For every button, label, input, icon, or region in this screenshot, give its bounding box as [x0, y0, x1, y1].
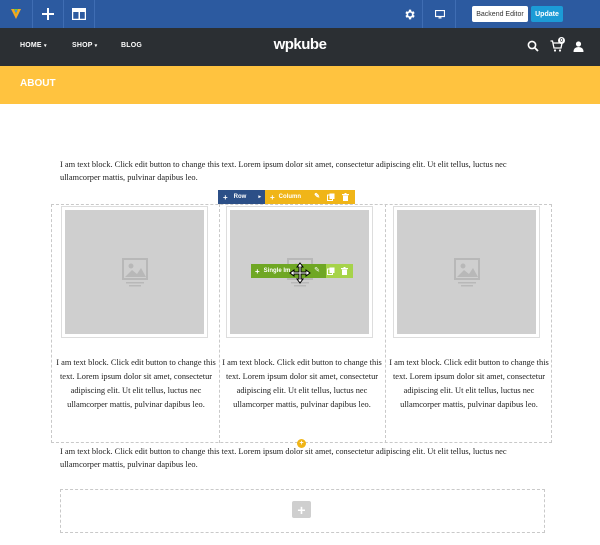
- single-image[interactable]: [393, 206, 540, 338]
- column-text-block[interactable]: I am text block. Click edit button to ch…: [56, 356, 216, 412]
- nav-shop[interactable]: SHOP ▾: [72, 42, 97, 49]
- clone-icon[interactable]: [327, 267, 335, 275]
- toolbar-divider: [94, 0, 95, 28]
- nav-home[interactable]: HOME ▾: [20, 42, 47, 49]
- responsive-device-icon[interactable]: [428, 0, 452, 28]
- column-text-block[interactable]: I am text block. Click edit button to ch…: [389, 356, 549, 412]
- image-placeholder-icon: [453, 258, 480, 287]
- column-divider: [219, 204, 220, 443]
- column-divider: [385, 204, 386, 443]
- add-column-icon[interactable]: +: [270, 193, 275, 202]
- page-title-bar: ABOUT: [0, 66, 600, 104]
- clone-icon[interactable]: [327, 193, 335, 201]
- chevron-down-icon: ▾: [94, 43, 98, 49]
- page-title: ABOUT: [20, 78, 56, 89]
- backend-editor-button[interactable]: Backend Editor: [472, 6, 528, 22]
- add-element-icon[interactable]: +: [255, 267, 260, 276]
- image-placeholder-icon: [121, 258, 148, 287]
- row-label: Row: [233, 194, 247, 200]
- nav-shop-label: SHOP: [72, 42, 93, 49]
- nav-home-label: HOME: [20, 42, 42, 49]
- settings-gear-icon[interactable]: [396, 0, 422, 28]
- move-cursor-icon: [289, 262, 311, 284]
- editor-toolbar: Backend Editor Update: [0, 0, 600, 28]
- add-element-icon[interactable]: [33, 0, 63, 28]
- text-block[interactable]: I am text block. Click edit button to ch…: [60, 158, 538, 184]
- add-row-icon[interactable]: +: [223, 193, 228, 202]
- chevron-down-icon: ▾: [43, 43, 47, 49]
- cart-count-badge: 0: [558, 37, 565, 44]
- composer-logo-icon[interactable]: [0, 0, 32, 28]
- add-element-button[interactable]: +: [292, 501, 311, 518]
- column-label: Column: [278, 194, 302, 200]
- column-controls[interactable]: + Column ✎: [265, 190, 355, 204]
- site-header: HOME ▾ SHOP ▾ BLOG wpkube 0: [0, 28, 600, 66]
- single-image[interactable]: [61, 206, 208, 338]
- search-icon[interactable]: [527, 39, 541, 53]
- edit-pencil-icon[interactable]: ✎: [313, 193, 321, 201]
- toolbar-divider: [455, 0, 456, 28]
- text-block[interactable]: I am text block. Click edit button to ch…: [60, 445, 538, 471]
- image-placeholder: [65, 210, 204, 334]
- chevron-right-icon[interactable]: ▸: [258, 194, 261, 200]
- column-text-block[interactable]: I am text block. Click edit button to ch…: [222, 356, 382, 412]
- user-account-icon[interactable]: [573, 39, 587, 53]
- trash-icon[interactable]: [340, 267, 348, 275]
- element-label: Single Im: [263, 268, 291, 274]
- templates-layout-icon[interactable]: [64, 0, 94, 28]
- image-placeholder: [397, 210, 536, 334]
- nav-blog[interactable]: BLOG: [121, 42, 142, 49]
- edit-pencil-icon[interactable]: ✎: [313, 267, 321, 275]
- update-button[interactable]: Update: [531, 6, 563, 22]
- row-controls[interactable]: + Row ▸: [218, 190, 265, 204]
- trash-icon[interactable]: [341, 193, 349, 201]
- toolbar-divider: [422, 0, 423, 28]
- site-logo[interactable]: wpkube: [250, 36, 350, 53]
